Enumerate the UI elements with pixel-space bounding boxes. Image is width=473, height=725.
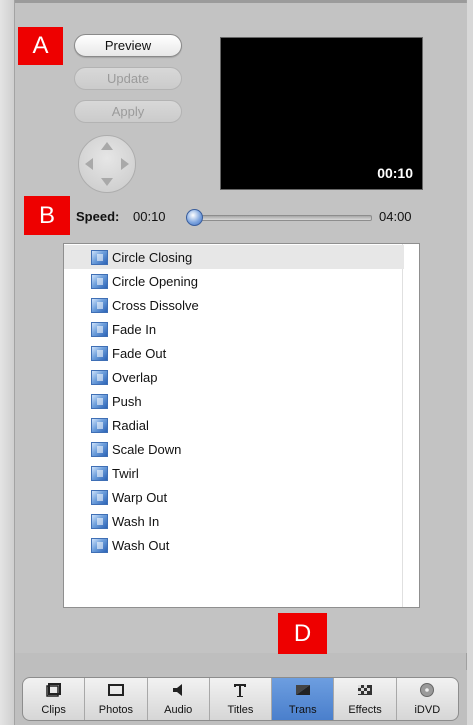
arrow-up-icon[interactable] xyxy=(101,142,113,150)
pane-toolbar: Clips Photos Audio Titles Trans Effects iDVD xyxy=(22,677,459,721)
transition-label: Wash Out xyxy=(112,537,170,553)
titles-icon xyxy=(230,682,250,704)
toolbar-button-idvd[interactable]: iDVD xyxy=(397,678,458,720)
transition-list-item[interactable]: Wash In xyxy=(64,509,404,533)
transition-icon xyxy=(91,273,108,289)
toolbar-button-label: Clips xyxy=(41,704,66,716)
annotation-marker-b: B xyxy=(24,196,70,235)
transition-icon xyxy=(91,249,108,265)
transition-label: Radial xyxy=(112,417,149,433)
transition-label: Fade In xyxy=(112,321,157,337)
preview-monitor: 00:10 xyxy=(220,37,423,190)
transition-list-item[interactable]: Push xyxy=(64,389,404,413)
list-scrollbar[interactable] xyxy=(402,244,419,607)
transition-label: Warp Out xyxy=(112,489,168,505)
transition-icon xyxy=(91,369,108,385)
transition-icon xyxy=(91,465,108,481)
transition-list-item[interactable]: Radial xyxy=(64,413,404,437)
transition-icon xyxy=(91,321,108,337)
toolbar-button-label: Trans xyxy=(288,704,317,716)
toolbar-button-label: Titles xyxy=(227,704,254,716)
transition-label: Circle Opening xyxy=(112,273,198,289)
toolbar-button-label: Photos xyxy=(98,704,134,716)
transition-icon xyxy=(91,345,108,361)
speed-label: Speed: xyxy=(76,209,120,224)
transition-label: Fade Out xyxy=(112,345,167,361)
transition-list-item[interactable]: Scale Down xyxy=(64,437,404,461)
transitions-panel: A B C D Preview Update Apply 00:10 Speed… xyxy=(0,0,473,725)
transition-list-item[interactable]: Wash Out xyxy=(64,533,404,557)
transition-label: Scale Down xyxy=(112,441,182,457)
speed-slider-track[interactable] xyxy=(190,215,372,221)
idvd-icon xyxy=(417,682,437,704)
preview-button[interactable]: Preview xyxy=(74,34,182,57)
transition-label: Wash In xyxy=(112,513,160,529)
toolbar-button-clips[interactable]: Clips xyxy=(23,678,86,720)
effects-icon xyxy=(355,682,375,704)
transition-icon xyxy=(91,513,108,529)
arrow-left-icon[interactable] xyxy=(85,158,93,170)
preview-time: 00:10 xyxy=(377,165,413,181)
toolbar-button-effects[interactable]: Effects xyxy=(334,678,397,720)
direction-pad[interactable] xyxy=(78,135,136,193)
transition-icon xyxy=(91,441,108,457)
speed-slider-knob[interactable] xyxy=(186,209,203,226)
transition-label: Overlap xyxy=(112,369,158,385)
apply-button[interactable]: Apply xyxy=(74,100,182,123)
toolbar-button-titles[interactable]: Titles xyxy=(210,678,273,720)
transition-list-item[interactable]: Fade In xyxy=(64,317,404,341)
toolbar-button-label: Effects xyxy=(348,704,382,716)
transition-list-item[interactable]: Cross Dissolve xyxy=(64,293,404,317)
toolbar-button-label: Audio xyxy=(164,704,193,716)
transition-icon xyxy=(91,297,108,313)
transition-icon xyxy=(91,393,108,409)
transition-list-item[interactable]: Circle Opening xyxy=(64,269,404,293)
transition-list[interactable]: Circle Closing Circle Opening Cross Dissol… xyxy=(63,243,420,608)
transition-icon xyxy=(91,537,108,553)
update-button[interactable]: Update xyxy=(74,67,182,90)
transition-icon xyxy=(91,489,108,505)
toolbar-button-photos[interactable]: Photos xyxy=(85,678,148,720)
toolbar-button-label: iDVD xyxy=(414,704,441,716)
audio-icon xyxy=(168,682,188,704)
transition-list-item[interactable]: Warp Out xyxy=(64,485,404,509)
transition-list-item[interactable]: Overlap xyxy=(64,365,404,389)
transition-label: Cross Dissolve xyxy=(112,297,199,313)
panel-right-frame xyxy=(466,0,473,725)
clips-icon xyxy=(44,682,64,704)
transition-list-item[interactable]: Circle Closing xyxy=(64,245,404,269)
annotation-marker-a: A xyxy=(18,27,63,65)
toolbar-button-trans[interactable]: Trans xyxy=(272,678,335,720)
photos-icon xyxy=(106,682,126,704)
annotation-marker-d: D xyxy=(278,613,327,654)
arrow-down-icon[interactable] xyxy=(101,178,113,186)
transition-list-item[interactable]: Fade Out xyxy=(64,341,404,365)
transition-list-item[interactable]: Twirl xyxy=(64,461,404,485)
transition-label: Twirl xyxy=(112,465,139,481)
transition-label: Push xyxy=(112,393,142,409)
toolbar-button-audio[interactable]: Audio xyxy=(148,678,210,720)
panel-left-frame xyxy=(0,0,15,725)
speed-max-value: 04:00 xyxy=(379,209,412,224)
transitions-icon xyxy=(293,682,313,704)
transition-label: Circle Closing xyxy=(112,249,193,265)
speed-min-value: 00:10 xyxy=(133,209,166,224)
transition-icon xyxy=(91,417,108,433)
arrow-right-icon[interactable] xyxy=(121,158,129,170)
